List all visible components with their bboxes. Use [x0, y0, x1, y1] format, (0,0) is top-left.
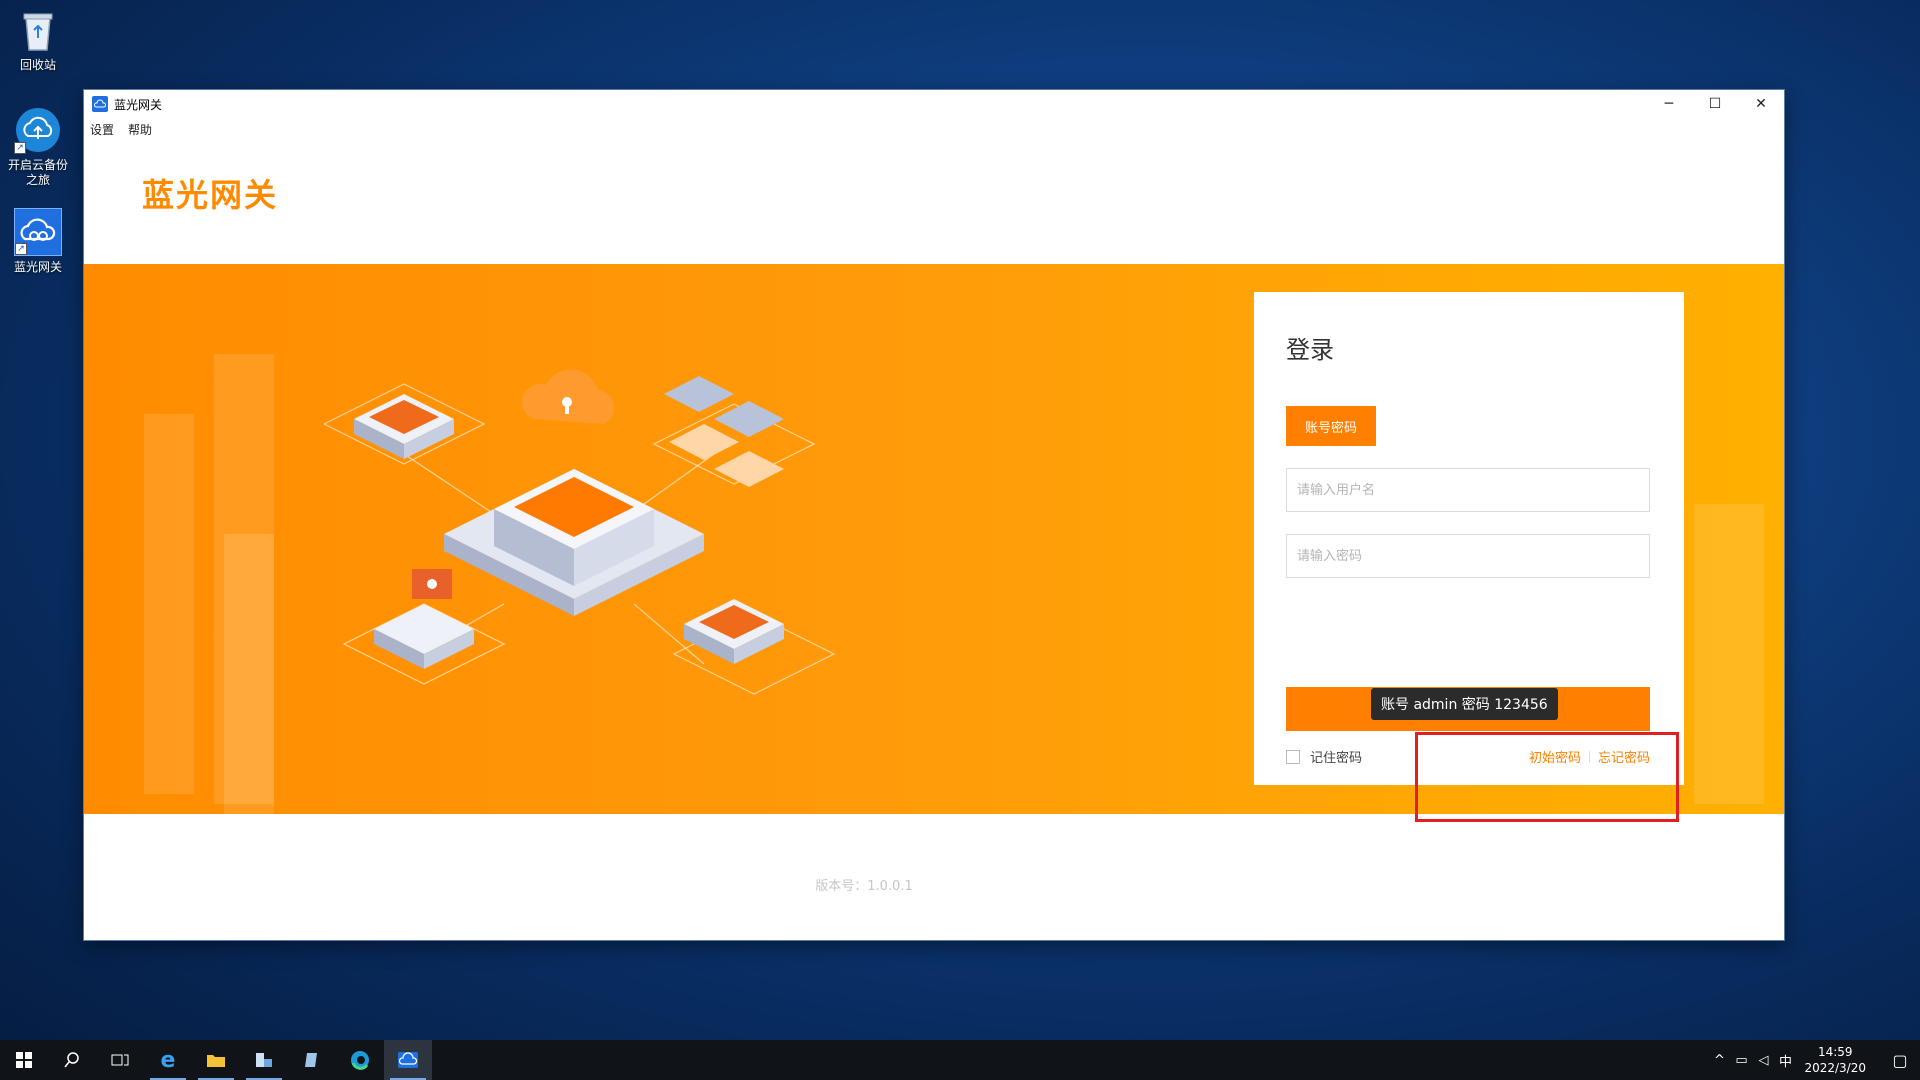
annotation-highlight-box	[1415, 732, 1679, 822]
desktop-icon-label: 蓝光网关	[13, 260, 62, 274]
system-tray: ^ ▭ ◁ 中 14:59 2022/3/20 ▢	[1708, 1040, 1920, 1080]
desktop-icon-label: 回收站	[19, 58, 56, 72]
minimize-button[interactable]: ─	[1646, 90, 1692, 118]
notepad-icon	[305, 1053, 317, 1067]
app-title-icon	[92, 96, 108, 112]
clock[interactable]: 14:59 2022/3/20	[1804, 1044, 1866, 1076]
clock-time: 14:59	[1817, 1045, 1853, 1059]
desktop-icon-cloud-backup[interactable]: ↗ 开启云备份之旅	[4, 106, 72, 188]
search-button[interactable]	[48, 1040, 96, 1080]
ime-indicator[interactable]: 中	[1774, 1051, 1796, 1070]
search-icon	[64, 1052, 79, 1068]
clock-date: 2022/3/20	[1804, 1061, 1866, 1075]
taskbar-edge[interactable]	[336, 1040, 384, 1080]
gateway-app-icon	[398, 1052, 418, 1068]
desktop-icon-label: 开启云备份之旅	[7, 158, 68, 187]
taskbar-bluelight-gateway[interactable]	[384, 1040, 432, 1080]
taskbar-file-explorer[interactable]	[192, 1040, 240, 1080]
notification-center-icon[interactable]: ▢	[1880, 1040, 1920, 1080]
remember-password[interactable]: 记住密码	[1286, 747, 1362, 766]
desktop-icon-recycle-bin[interactable]: 回收站	[4, 6, 72, 73]
username-input[interactable]	[1286, 468, 1650, 512]
decorative-pillar	[224, 534, 274, 814]
task-view-button[interactable]	[96, 1040, 144, 1080]
menu-bar: 设置 帮助	[84, 118, 1784, 140]
login-title: 登录	[1286, 336, 1334, 364]
remember-label: 记住密码	[1310, 751, 1363, 766]
tab-account-password[interactable]: 账号密码	[1286, 406, 1376, 446]
window-title: 蓝光网关	[114, 97, 163, 112]
cloud-upload-icon: ↗	[14, 106, 62, 154]
windows-logo-icon	[16, 1052, 32, 1068]
edge-icon	[351, 1051, 369, 1070]
task-view-icon	[111, 1054, 129, 1066]
folder-icon	[207, 1055, 225, 1067]
network-illustration	[324, 369, 836, 695]
brand-logo-text: 蓝光网关	[142, 176, 279, 214]
gateway-app-icon: ↗	[14, 208, 62, 256]
network-icon[interactable]: ▭	[1730, 1053, 1752, 1068]
taskbar-ie[interactable]: e	[144, 1040, 192, 1080]
server-manager-icon	[256, 1053, 272, 1067]
initial-password-tooltip: 账号 admin 密码 123456	[1371, 688, 1558, 720]
maximize-button[interactable]: ☐	[1692, 90, 1738, 118]
taskbar-app[interactable]	[288, 1040, 336, 1080]
volume-muted-icon[interactable]: ◁	[1752, 1053, 1774, 1068]
start-button[interactable]	[0, 1040, 48, 1080]
close-button[interactable]: ✕	[1738, 90, 1784, 118]
brand-header: 蓝光网关	[84, 140, 1784, 264]
shortcut-arrow-icon: ↗	[14, 142, 26, 154]
taskbar: e ^ ▭ ◁ 中 14:59 2022/3/20 ▢	[0, 1040, 1920, 1080]
decorative-pillar	[1694, 504, 1764, 804]
taskbar-server-manager[interactable]	[240, 1040, 288, 1080]
recycle-bin-icon	[14, 6, 62, 54]
menu-settings[interactable]: 设置	[90, 121, 114, 138]
title-bar[interactable]: 蓝光网关 ─ ☐ ✕	[84, 90, 1784, 118]
remember-checkbox[interactable]	[1286, 749, 1300, 764]
menu-help[interactable]: 帮助	[128, 121, 152, 138]
internet-explorer-icon: e	[160, 1047, 176, 1073]
chevron-up-icon[interactable]: ^	[1708, 1053, 1730, 1068]
desktop-icon-bluelight-gateway[interactable]: ↗ 蓝光网关	[4, 208, 72, 275]
decorative-pillar	[144, 414, 194, 794]
password-input[interactable]	[1286, 534, 1650, 578]
version-label: 版本号：1.0.0.1	[815, 879, 913, 894]
shortcut-arrow-icon: ↗	[15, 243, 27, 255]
